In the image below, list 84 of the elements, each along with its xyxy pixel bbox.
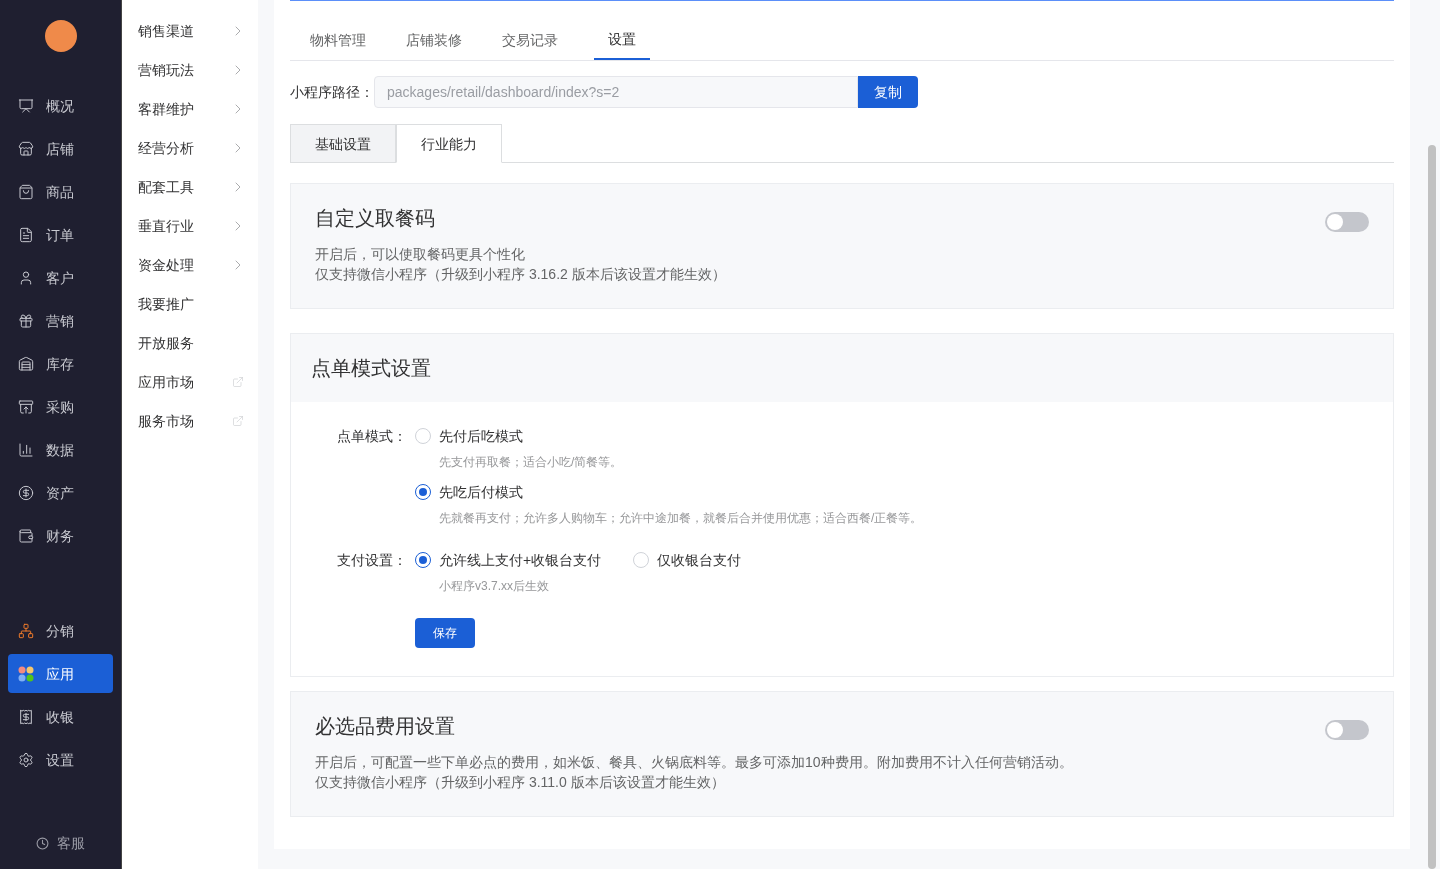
bag-icon	[18, 183, 34, 200]
copy-button[interactable]: 复制	[858, 76, 918, 108]
subtab[interactable]: 基础设置	[290, 124, 396, 163]
submenu-label: 服务市场	[138, 411, 194, 431]
submenu-item[interactable]: 垂直行业	[122, 206, 258, 245]
nav-item[interactable]: 店铺	[8, 129, 113, 168]
receipt-icon	[18, 708, 34, 725]
tab[interactable]: 交易记录	[482, 20, 578, 60]
submenu-label: 经营分析	[138, 138, 194, 158]
document-icon	[18, 226, 34, 243]
option-hint: 先支付再取餐；适合小吃/简餐等。	[438, 454, 624, 470]
submenu-label: 开放服务	[138, 333, 194, 353]
nav-item[interactable]: 收银	[8, 697, 113, 736]
radio-label: 先吃后付模式	[439, 483, 523, 502]
field-label: 支付设置：	[337, 551, 408, 570]
wallet-icon	[18, 527, 34, 544]
nav-item[interactable]: 客户	[8, 258, 113, 297]
submenu-label: 应用市场	[138, 372, 194, 392]
nav-item[interactable]: 概况	[8, 86, 113, 125]
submenu-item[interactable]: 我要推广	[122, 284, 258, 323]
nav-item[interactable]: 资产	[8, 473, 113, 512]
submenu-label: 垂直行业	[138, 216, 194, 236]
radio-label: 仅收银台支付	[657, 551, 742, 570]
submenu-label: 营销玩法	[138, 60, 194, 80]
nav-item[interactable]: 商品	[8, 172, 113, 211]
submenu-label: 配套工具	[138, 177, 194, 197]
clock-icon	[36, 836, 49, 850]
toggle-switch[interactable]	[1325, 212, 1369, 232]
tab[interactable]: 物料管理	[290, 20, 386, 60]
submenu-label: 销售渠道	[138, 21, 194, 41]
card-description: 开启后，可以使取餐码更具个性化	[315, 245, 526, 264]
card-title: 点单模式设置	[311, 356, 431, 381]
radio-label: 允许线上支付+收银台支付	[439, 551, 602, 570]
card-title: 必选品费用设置	[315, 714, 456, 739]
nav-item[interactable]: 数据	[8, 430, 113, 469]
nav-item[interactable]: 财务	[8, 516, 113, 555]
logo-icon	[44, 20, 77, 52]
settings-icon	[18, 751, 34, 768]
submenu-item[interactable]: 应用市场	[122, 362, 258, 401]
external-link-icon	[232, 375, 244, 388]
submenu-item[interactable]: 经营分析	[122, 128, 258, 167]
nav-item[interactable]: 分销	[8, 611, 113, 650]
card-description: 仅支持微信小程序（升级到小程序 3.16.2 版本后该设置才能生效）	[315, 265, 726, 284]
submenu-item[interactable]: 资金处理	[122, 245, 258, 284]
network-icon	[18, 622, 34, 639]
box-icon	[18, 398, 34, 415]
option-hint: 小程序v3.7.xx后生效	[438, 578, 550, 594]
gift-icon	[18, 312, 34, 329]
store-icon	[18, 140, 34, 157]
submenu-item[interactable]: 开放服务	[122, 323, 258, 362]
tab[interactable]: 设置	[594, 20, 650, 60]
field-label: 点单模式：	[337, 427, 408, 446]
nav-item[interactable]: 订单	[8, 215, 113, 254]
user-icon	[18, 269, 34, 286]
toggle-switch[interactable]	[1325, 720, 1369, 740]
submenu-label: 我要推广	[138, 294, 194, 314]
submenu-item[interactable]: 营销玩法	[122, 50, 258, 89]
nav-item[interactable]: 采购	[8, 387, 113, 426]
radio-label: 先付后吃模式	[439, 427, 523, 446]
card-description: 开启后，可配置一些下单必点的费用，如米饭、餐具、火锅底料等。最多可添加10种费用。附加费用不计入任何营销活动。	[315, 753, 1073, 772]
nav-item[interactable]: 设置	[8, 740, 113, 779]
submenu-item[interactable]: 配套工具	[122, 167, 258, 206]
presentation-icon	[18, 97, 34, 114]
submenu-item[interactable]: 服务市场	[122, 401, 258, 440]
external-link-icon	[232, 414, 244, 427]
submenu-item[interactable]: 销售渠道	[122, 11, 258, 50]
tab[interactable]: 店铺装修	[386, 20, 482, 60]
support-link[interactable]: 客服	[36, 833, 85, 853]
nav-item[interactable]: 库存	[8, 344, 113, 383]
card-description: 仅支持微信小程序（升级到小程序 3.11.0 版本后该设置才能生效）	[315, 773, 726, 792]
warehouse-icon	[18, 355, 34, 372]
save-button[interactable]: 保存	[415, 618, 475, 648]
submenu-item[interactable]: 客群维护	[122, 89, 258, 128]
option-hint: 先就餐再支付；允许多人购物车；允许中途加餐，就餐后合并使用优惠；适合西餐/正餐等。	[438, 510, 923, 526]
submenu-label: 资金处理	[138, 255, 194, 275]
submenu-label: 客群维护	[138, 99, 194, 119]
path-label: 小程序路径：	[290, 83, 374, 102]
nav-item[interactable]: 应用	[8, 654, 113, 693]
subtab[interactable]: 行业能力	[396, 124, 502, 163]
card-title: 自定义取餐码	[315, 206, 436, 231]
apps-icon	[18, 665, 34, 682]
nav-item[interactable]: 营销	[8, 301, 113, 340]
scrollbar-thumb[interactable]	[1428, 145, 1436, 869]
bar-chart-icon	[18, 441, 34, 458]
